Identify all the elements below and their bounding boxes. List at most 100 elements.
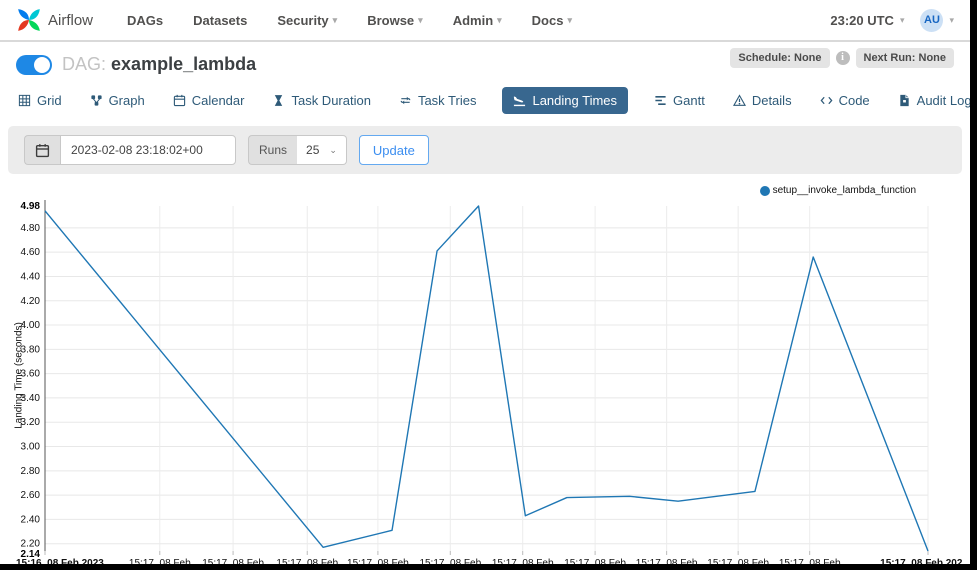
tab-grid[interactable]: Grid — [16, 87, 64, 114]
warning-triangle-icon — [733, 94, 746, 107]
nav-item-docs[interactable]: Docs▾ — [532, 13, 572, 28]
legend-dot-icon — [760, 186, 770, 196]
tab-label: Task Duration — [291, 93, 370, 108]
toggle-knob — [34, 57, 50, 73]
tab-label: Calendar — [192, 93, 245, 108]
nav-item-label: Browse — [367, 13, 414, 28]
nav-right: 23:20 UTC ▾ AU ▾ — [830, 9, 954, 32]
nav-item-label: Datasets — [193, 13, 247, 28]
series-line — [45, 206, 928, 551]
chevron-down-icon: ▾ — [900, 16, 905, 25]
y-tick-label: 4.80 — [21, 223, 41, 234]
clock-label[interactable]: 23:20 UTC — [830, 13, 894, 28]
dag-view-tabs: Grid Graph Calendar Task Duration Task Tries… — [0, 83, 970, 122]
document-icon — [898, 94, 911, 107]
nav-menu: DAGs Datasets Security ▾ Browse ▾ Admin ▾ Docs▾ — [127, 13, 572, 28]
runs-label: Runs — [248, 135, 297, 165]
x-tick-label: 15:17, 08 Feb — [779, 558, 841, 564]
filter-bar: Runs 25 ⌄ Update — [8, 126, 962, 174]
tab-graph[interactable]: Graph — [88, 87, 147, 114]
runs-select[interactable]: 25 ⌄ — [297, 135, 347, 165]
dag-name: example_lambda — [111, 54, 256, 74]
x-tick-label: 15:17, 08 Feb — [564, 558, 626, 564]
nav-item-label: DAGs — [127, 13, 163, 28]
x-tick-label: 15:17, 08 Feb 2023 — [880, 558, 962, 564]
chevron-down-icon: ▾ — [418, 16, 423, 25]
nav-item-datasets[interactable]: Datasets — [193, 13, 247, 28]
tab-label: Grid — [37, 93, 62, 108]
tab-label: Landing Times — [532, 93, 617, 108]
y-tick-label: 2.40 — [21, 514, 41, 525]
date-input-group — [24, 135, 236, 165]
calendar-icon — [173, 94, 186, 107]
nav-item-browse[interactable]: Browse ▾ — [367, 13, 423, 28]
tab-label: Task Tries — [418, 93, 477, 108]
tab-audit-log[interactable]: Audit Log — [896, 87, 970, 114]
nav-item-label: Security — [277, 13, 328, 28]
next-run-badge: Next Run: None — [856, 48, 955, 68]
landing-times-chart: Landing Time (seconds) 2.202.402.602.803… — [8, 180, 962, 564]
tab-label: Code — [839, 93, 870, 108]
tab-label: Graph — [109, 93, 145, 108]
y-tick-label: 2.80 — [21, 466, 41, 477]
header-badges: Schedule: None i Next Run: None — [730, 48, 954, 68]
airflow-logo-icon — [16, 7, 42, 33]
x-tick-label: 15:17, 08 Feb — [707, 558, 769, 564]
airflow-page: Airflow DAGsDatasetsSecurity▾Browse▾Admi… — [0, 0, 970, 564]
x-tick-label: 15:17, 08 Feb — [636, 558, 698, 564]
x-tick-label: 15:17, 08 Feb — [129, 558, 191, 564]
dag-pause-toggle[interactable] — [16, 55, 52, 75]
chevron-down-icon: ▾ — [497, 16, 502, 25]
chevron-down-icon: ▾ — [949, 16, 954, 25]
chart-canvas[interactable]: 2.202.402.602.803.003.203.403.603.804.00… — [8, 180, 962, 564]
x-tick-label: 15:16, 08 Feb 2023 — [16, 558, 104, 564]
x-tick-label: 15:17, 08 Feb — [492, 558, 554, 564]
y-tick-label: 4.60 — [21, 247, 41, 258]
code-icon — [820, 94, 833, 107]
tab-task-duration[interactable]: Task Duration — [270, 87, 372, 114]
tab-label: Gantt — [673, 93, 705, 108]
chart-legend[interactable]: setup__invoke_lambda_function — [760, 185, 916, 196]
base-date-input[interactable] — [60, 135, 236, 165]
y-tick-label: 2.60 — [21, 490, 41, 501]
tab-details[interactable]: Details — [731, 87, 794, 114]
tab-landing-times[interactable]: Landing Times — [502, 87, 628, 114]
dag-header: DAG: example_lambda Schedule: None i Nex… — [0, 42, 970, 83]
dag-title-prefix: DAG: — [62, 54, 106, 74]
chevron-down-icon: ▾ — [333, 16, 338, 25]
nav-item-label: Docs — [532, 13, 564, 28]
runs-group: Runs 25 ⌄ — [248, 135, 347, 165]
gantt-icon — [654, 94, 667, 107]
page-title: DAG: example_lambda — [62, 54, 256, 75]
nav-item-dags[interactable]: DAGs — [127, 13, 163, 28]
tab-calendar[interactable]: Calendar — [171, 87, 247, 114]
update-button[interactable]: Update — [359, 135, 429, 165]
runs-selected-value: 25 — [306, 143, 319, 157]
tab-gantt[interactable]: Gantt — [652, 87, 707, 114]
calendar-icon — [35, 143, 50, 158]
plane-landing-icon — [513, 94, 526, 107]
airflow-brand[interactable]: Airflow — [16, 7, 93, 33]
graph-icon — [90, 94, 103, 107]
tab-label: Audit Log — [917, 93, 970, 108]
avatar[interactable]: AU — [920, 9, 943, 32]
x-tick-label: 15:17, 08 Feb — [419, 558, 481, 564]
tab-code[interactable]: Code — [818, 87, 872, 114]
grid-icon — [18, 94, 31, 107]
tab-task-tries[interactable]: Task Tries — [397, 87, 479, 114]
y-tick-label: 4.40 — [21, 271, 41, 282]
chevron-down-icon: ⌄ — [329, 146, 337, 155]
y-axis-title: Landing Time (seconds) — [14, 301, 25, 451]
y-max-label: 4.98 — [21, 201, 41, 212]
hourglass-icon — [272, 94, 285, 107]
schedule-badge: Schedule: None — [730, 48, 829, 68]
top-navbar: Airflow DAGsDatasetsSecurity▾Browse▾Admi… — [0, 0, 970, 42]
x-tick-label: 15:17, 08 Feb — [347, 558, 409, 564]
x-tick-label: 15:17, 08 Feb — [202, 558, 264, 564]
nav-item-security[interactable]: Security ▾ — [277, 13, 337, 28]
nav-item-admin[interactable]: Admin ▾ — [453, 13, 502, 28]
calendar-addon[interactable] — [24, 135, 60, 165]
legend-label: setup__invoke_lambda_function — [773, 185, 916, 196]
nav-item-label: Admin — [453, 13, 493, 28]
info-icon[interactable]: i — [836, 51, 850, 65]
